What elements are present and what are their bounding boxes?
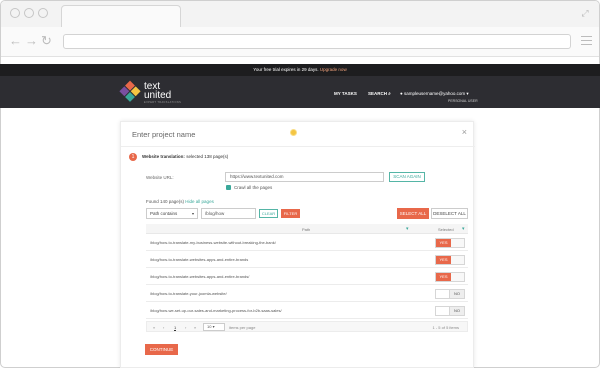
user-icon: ● bbox=[400, 91, 403, 96]
row-path: /blog/how-to-translate-your-joomla-websi… bbox=[150, 291, 227, 296]
filter-type-value: Path contains bbox=[150, 211, 178, 216]
items-per-page-select[interactable]: 10 ▾ bbox=[203, 323, 225, 331]
found-pages-text: Found 140 page(s) Hide all pages bbox=[146, 199, 214, 204]
first-page-button[interactable]: « bbox=[153, 325, 155, 330]
logo-wordmark[interactable]: text united bbox=[144, 82, 172, 101]
continue-button[interactable]: CONTINUE bbox=[145, 344, 178, 355]
prev-page-button[interactable]: ‹ bbox=[163, 325, 164, 330]
table-row: /blog/how-to-translate-websites-apps-and… bbox=[146, 251, 468, 268]
table-header: Path ▾ Selected ▾ bbox=[146, 224, 468, 234]
logo-tagline: EXPERT TRANSLATIONS bbox=[144, 101, 182, 104]
filter-button[interactable]: FILTER bbox=[281, 209, 300, 218]
column-header-selected[interactable]: Selected bbox=[438, 227, 454, 232]
hamburger-menu-icon[interactable] bbox=[581, 36, 592, 45]
upgrade-link[interactable]: Upgrade now bbox=[320, 67, 347, 72]
step-title: Website translation: selected 138 page(s… bbox=[142, 154, 228, 159]
table-row: /blog/how-to-translate-your-joomla-websi… bbox=[146, 285, 468, 302]
account-menu[interactable]: ● sampleusername@yahoo.com ▾ bbox=[400, 91, 469, 97]
row-path: /blog/how-to-translate-my-business-websi… bbox=[150, 240, 276, 245]
chevron-down-icon: ▾ bbox=[212, 324, 215, 329]
last-page-button[interactable]: » bbox=[194, 325, 196, 330]
trial-text: Your free trial expires in 29 days. bbox=[253, 67, 319, 72]
toggle-knob bbox=[451, 239, 464, 247]
toggle-label: NO bbox=[449, 307, 464, 315]
loading-spinner-icon bbox=[290, 129, 297, 136]
pagination-bar: « ‹ 1 › » 10 ▾ items per page 1 - 5 of 5… bbox=[146, 321, 468, 332]
row-path: /blog/how-we-set-up-our-sales-and-market… bbox=[150, 308, 282, 313]
crawl-all-label: Crawl all the pages bbox=[234, 185, 273, 190]
items-per-page-label: items per page bbox=[229, 325, 256, 330]
back-arrow-icon[interactable]: ← bbox=[9, 34, 22, 48]
step-info: selected 138 page(s) bbox=[186, 154, 229, 159]
pagination-info: 1 - 5 of 5 items bbox=[432, 325, 459, 330]
toggle-label: YES bbox=[436, 256, 451, 264]
chevron-down-icon: ▾ bbox=[466, 91, 469, 96]
modal-divider bbox=[121, 146, 475, 147]
step-number-badge: 1 bbox=[129, 153, 137, 161]
close-icon[interactable]: × bbox=[462, 128, 467, 137]
forward-arrow-icon[interactable]: → bbox=[25, 34, 38, 48]
clear-button[interactable]: CLEAR bbox=[259, 209, 278, 218]
row-path: /blog/how-to-translate-websites-apps-and… bbox=[150, 274, 250, 279]
next-page-button[interactable]: › bbox=[185, 325, 186, 330]
new-project-modal: Enter project name × 1 Website translati… bbox=[120, 121, 475, 368]
nav-my-tasks[interactable]: MY TASKS bbox=[334, 91, 357, 96]
filter-icon[interactable]: ▾ bbox=[406, 226, 409, 232]
table-row: /blog/how-to-translate-my-business-websi… bbox=[146, 234, 468, 251]
window-maximize-dot[interactable] bbox=[38, 8, 48, 18]
website-url-label: Website URL: bbox=[146, 175, 174, 180]
crawl-all-checkbox[interactable] bbox=[226, 185, 231, 190]
account-role: PERSONAL USER bbox=[448, 99, 478, 103]
nav-search[interactable]: SEARCH ⌕ bbox=[368, 91, 391, 96]
chevron-down-icon: ▾ bbox=[191, 211, 194, 216]
items-per-page-value: 10 bbox=[207, 324, 212, 329]
account-email: sampleusername@yahoo.com bbox=[403, 91, 466, 96]
selected-toggle[interactable]: NO bbox=[435, 306, 465, 316]
toggle-label: NO bbox=[449, 290, 464, 298]
app-header bbox=[0, 76, 600, 108]
trial-banner: Your free trial expires in 29 days. Upgr… bbox=[0, 64, 600, 76]
filter-icon[interactable]: ▾ bbox=[462, 226, 465, 232]
logo-line-2: united bbox=[144, 90, 172, 101]
window-minimize-dot[interactable] bbox=[24, 8, 34, 18]
hide-all-pages-link[interactable]: Hide all pages bbox=[185, 199, 214, 204]
search-icon: ⌕ bbox=[388, 91, 391, 96]
step-title-label: Website translation: bbox=[142, 154, 185, 159]
toggle-label: YES bbox=[436, 239, 451, 247]
toggle-knob bbox=[451, 273, 464, 281]
browser-tab-bar: ⤢ bbox=[1, 1, 599, 27]
toggle-label: YES bbox=[436, 273, 451, 281]
fullscreen-icon[interactable]: ⤢ bbox=[579, 7, 591, 19]
current-page-number[interactable]: 1 bbox=[174, 325, 177, 331]
toggle-knob bbox=[451, 256, 464, 264]
select-all-button[interactable]: SELECT ALL bbox=[397, 208, 429, 219]
selected-toggle[interactable]: NO bbox=[435, 289, 465, 299]
pages-table: Path ▾ Selected ▾ /blog/how-to-translate… bbox=[146, 224, 468, 319]
window-close-dot[interactable] bbox=[10, 8, 20, 18]
website-url-input[interactable]: https://www.textunited.com bbox=[225, 172, 384, 182]
column-header-path[interactable]: Path bbox=[302, 227, 310, 232]
address-bar[interactable] bbox=[63, 34, 571, 49]
table-row: /blog/how-we-set-up-our-sales-and-market… bbox=[146, 302, 468, 319]
nav-search-label: SEARCH bbox=[368, 91, 388, 96]
reload-icon[interactable]: ↻ bbox=[41, 34, 52, 48]
deselect-all-button[interactable]: DESELECT ALL bbox=[431, 208, 468, 219]
selected-toggle[interactable]: YES bbox=[435, 255, 465, 265]
row-path: /blog/how-to-translate-websites-apps-and… bbox=[150, 257, 249, 262]
path-filter-input[interactable]: /blog/how bbox=[201, 208, 256, 219]
scan-again-button[interactable]: SCAN AGAIN bbox=[389, 172, 425, 182]
browser-nav-bar: ← → ↻ bbox=[1, 27, 599, 57]
selected-toggle[interactable]: YES bbox=[435, 272, 465, 282]
filter-type-select[interactable]: Path contains ▾ bbox=[146, 208, 198, 219]
table-row: /blog/how-to-translate-websites-apps-and… bbox=[146, 268, 468, 285]
browser-tab[interactable] bbox=[61, 5, 181, 27]
project-name-input[interactable]: Enter project name bbox=[132, 130, 195, 139]
found-count: Found 140 page(s) bbox=[146, 199, 185, 204]
selected-toggle[interactable]: YES bbox=[435, 238, 465, 248]
